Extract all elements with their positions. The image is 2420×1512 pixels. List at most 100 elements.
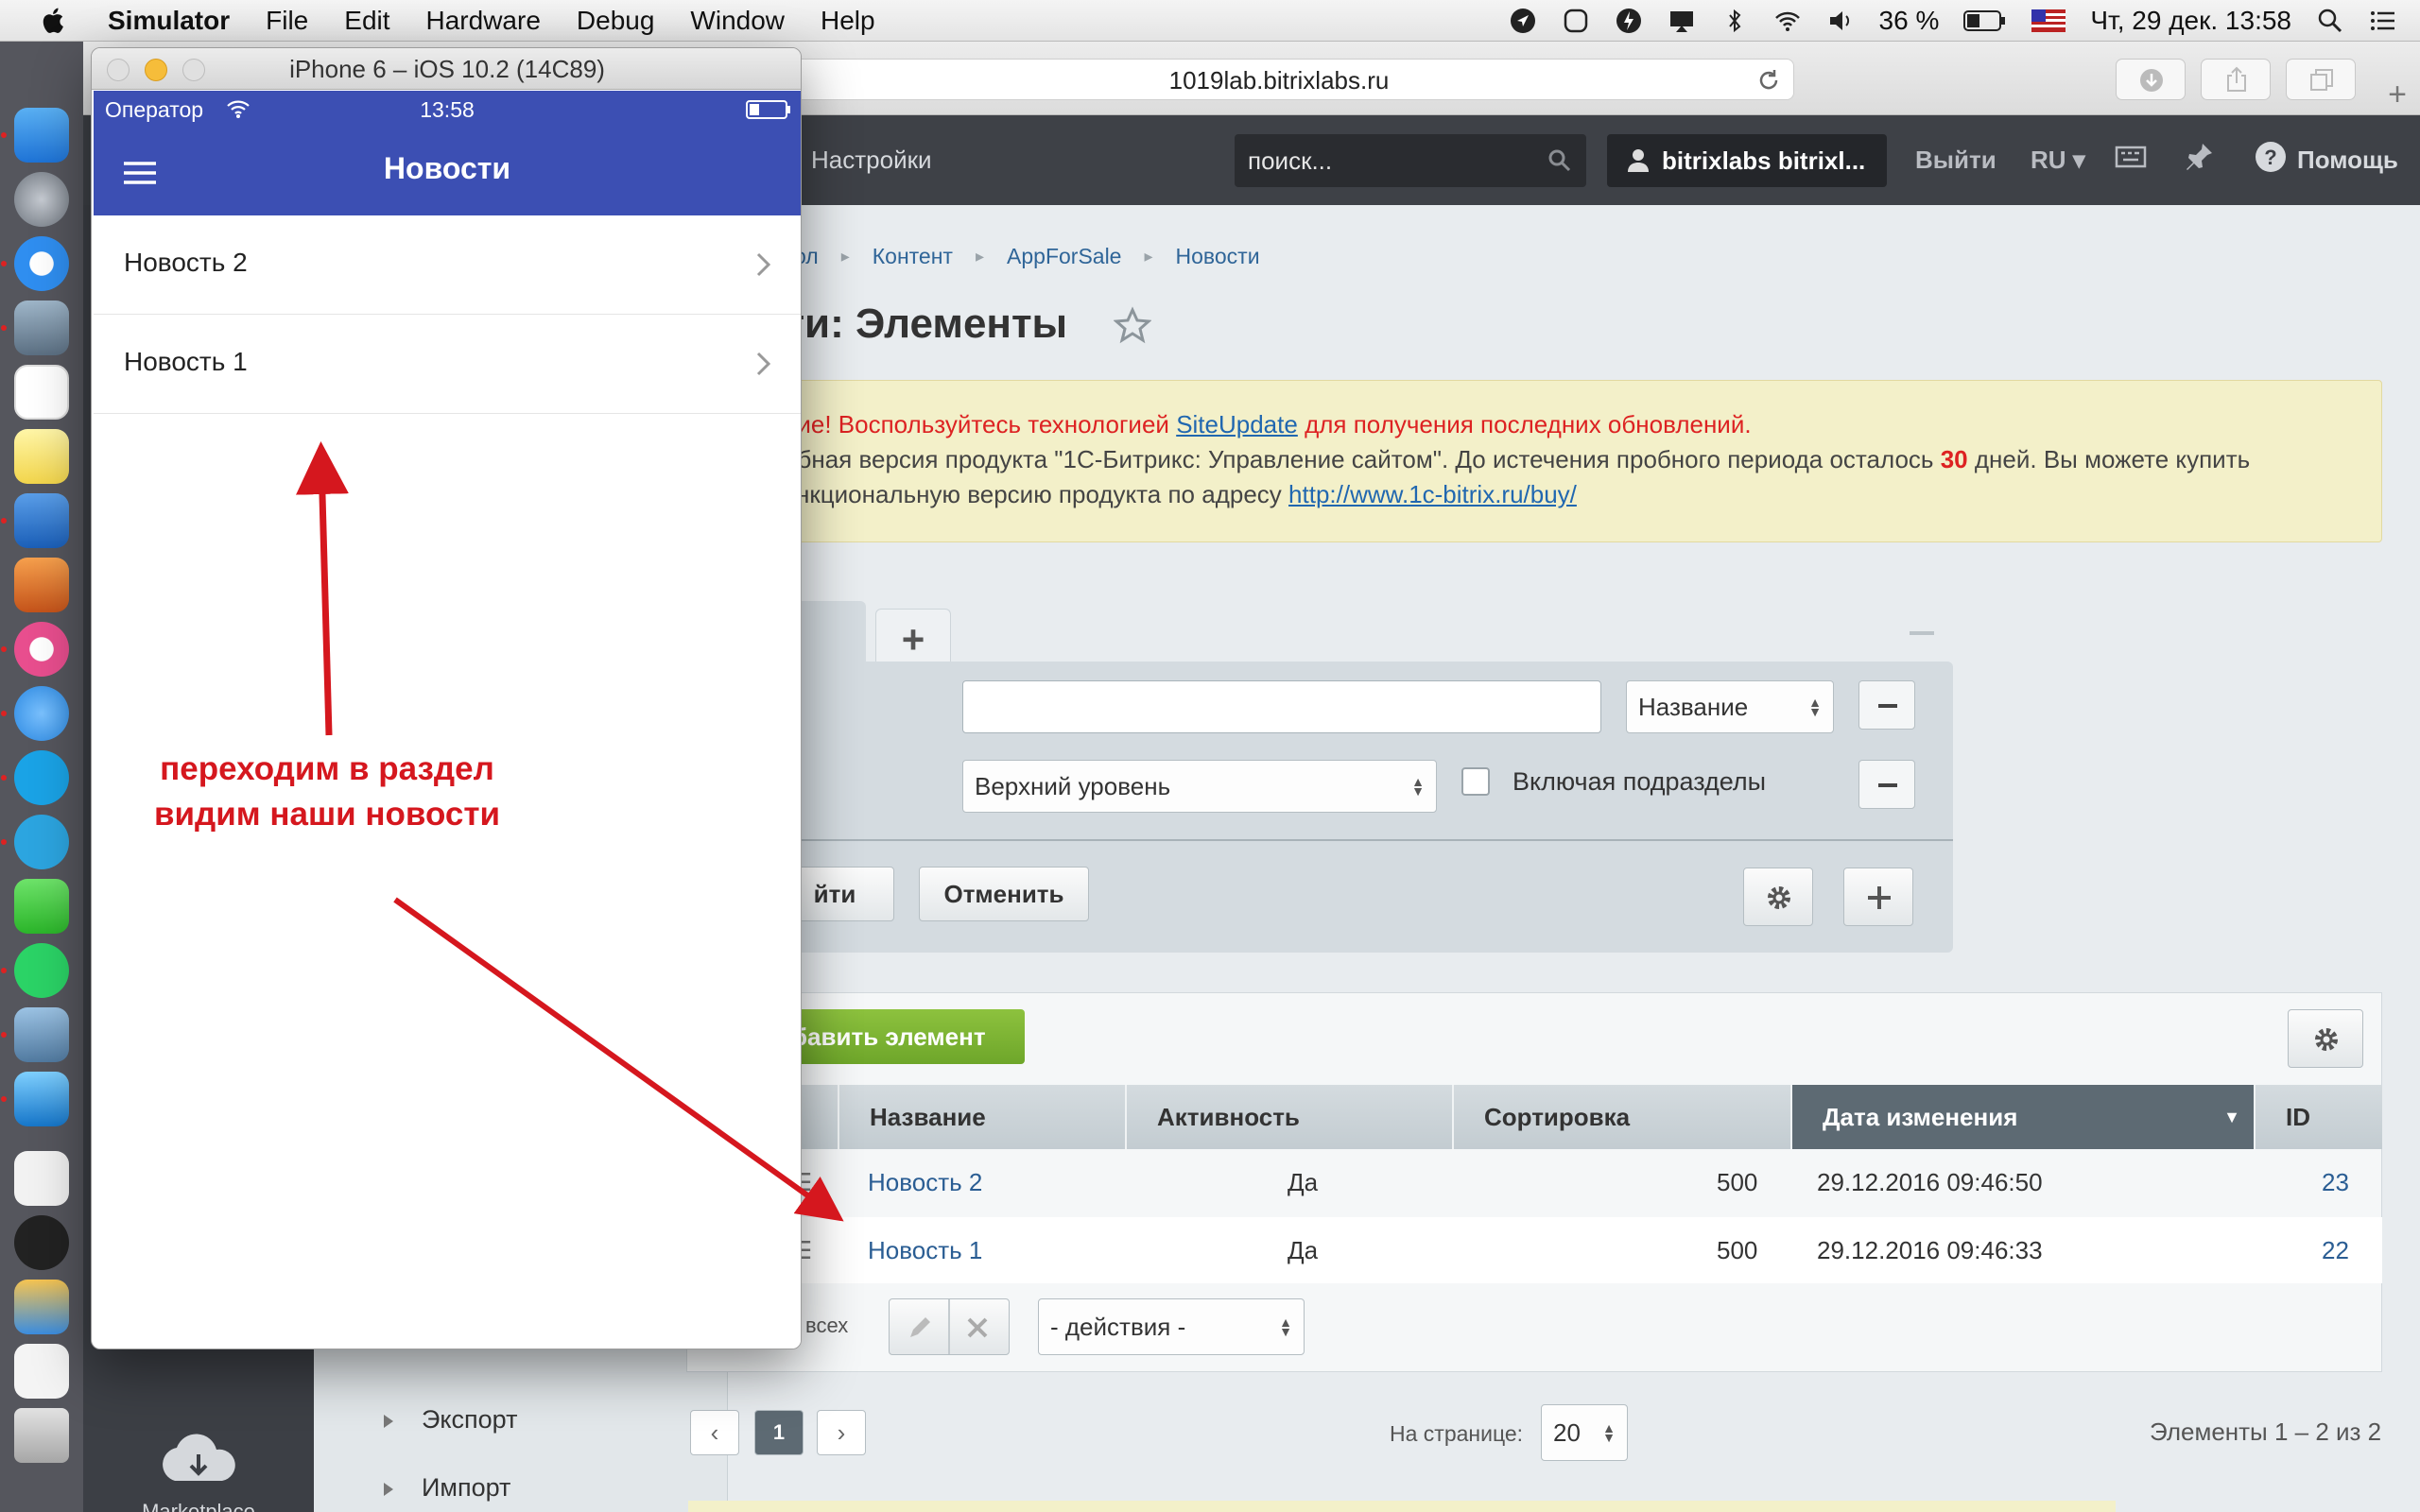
launchpad-icon[interactable] <box>14 172 69 227</box>
list-settings-button[interactable] <box>2288 1009 2363 1068</box>
cell-id[interactable]: 22 <box>2322 1217 2349 1283</box>
per-page-select[interactable]: 20 ▲ ▼ <box>1541 1404 1628 1461</box>
column-label: Дата изменения <box>1823 1103 2018 1131</box>
column-sort[interactable]: Сортировка <box>1452 1085 1790 1149</box>
document-icon[interactable] <box>14 1151 69 1206</box>
running-indicator <box>1 775 7 781</box>
table-row[interactable]: ☰ Новость 2 Да 500 29.12.2016 09:46:50 2… <box>686 1149 2382 1215</box>
cell-sort: 500 <box>1717 1236 1758 1264</box>
favorite-star-icon[interactable] <box>1114 306 1151 344</box>
filter-collapse-button[interactable] <box>1910 631 1934 635</box>
add-element-button[interactable]: бавить элемент <box>764 1009 1025 1064</box>
calendar-icon[interactable] <box>14 365 69 420</box>
trash-icon[interactable] <box>14 1408 69 1463</box>
ios-navigation-bar: Новости <box>94 129 801 215</box>
cell-id[interactable]: 23 <box>2322 1149 2349 1215</box>
close-button[interactable] <box>107 59 130 81</box>
notice-attention: ние! Воспользуйтесь технологией <box>784 410 1169 438</box>
delete-icon[interactable] <box>965 1315 990 1340</box>
remove-filter-row-button[interactable] <box>1858 680 1915 730</box>
column-name[interactable]: Название <box>838 1085 1125 1149</box>
simulator-icon[interactable] <box>1 1072 69 1126</box>
plus-icon <box>1868 886 1891 909</box>
column-active[interactable]: Активность <box>1125 1085 1452 1149</box>
bottom-notice-strip <box>688 1501 2116 1512</box>
pager-prev-button[interactable]: ‹ <box>690 1410 739 1455</box>
edit-icon[interactable] <box>907 1314 933 1341</box>
cell-name[interactable]: Новость 1 <box>868 1217 982 1283</box>
filter-text-input[interactable] <box>962 680 1601 733</box>
finder-icon[interactable] <box>1 108 69 163</box>
divider <box>948 1299 950 1354</box>
telegram-icon[interactable] <box>1 815 69 869</box>
minimize-button[interactable] <box>145 59 167 81</box>
gear-icon <box>2315 1028 2338 1051</box>
pager-page-current[interactable]: 1 <box>754 1410 804 1455</box>
preview-icon[interactable] <box>1 301 69 355</box>
sort-desc-icon: ▼ <box>2223 1108 2240 1126</box>
notice-attention-end: для получения последних обновлений. <box>1305 410 1752 438</box>
running-indicator <box>1 132 7 138</box>
skype-icon[interactable] <box>1 750 69 805</box>
select-all-label[interactable]: всех <box>805 1314 848 1338</box>
cell-date: 29.12.2016 09:46:33 <box>1817 1236 2043 1264</box>
select-value: - действия - <box>1050 1313 1186 1341</box>
messages-icon[interactable] <box>1 686 69 741</box>
select-arrows-icon: ▲ ▼ <box>1411 774 1425 799</box>
table-header: Название Активность Сортировка Дата изме… <box>686 1085 2382 1149</box>
include-subsections-checkbox[interactable] <box>1461 767 1490 796</box>
news-item-title: Новость 2 <box>124 248 248 277</box>
ios-battery-icon <box>746 100 790 119</box>
jitsi-icon[interactable] <box>14 1215 69 1270</box>
cell-active: Да <box>1288 1168 1319 1196</box>
chevron-right-icon <box>756 352 771 376</box>
cell-name[interactable]: Новость 2 <box>868 1149 982 1215</box>
itunes-icon[interactable] <box>1 622 69 677</box>
iphone-screen: Оператор 13:58 Новости Новость 2 Новость… <box>94 91 801 1349</box>
breadcrumb-item[interactable]: AppForSale <box>1007 244 1121 269</box>
dock <box>0 42 83 1512</box>
running-indicator <box>1 968 7 973</box>
zoom-button[interactable] <box>182 59 205 81</box>
elements-count: Элементы 1 – 2 из 2 <box>2150 1418 2382 1446</box>
notice-trial-text-end: дней. Вы можете купить <box>1974 445 2251 473</box>
annotation-line: видим наши новости <box>153 796 500 833</box>
news-list-item[interactable]: Новость 1 <box>94 315 801 414</box>
page-title: сти: Элементы <box>761 301 1068 347</box>
remove-filter-row-button[interactable] <box>1858 760 1915 809</box>
buy-link[interactable]: http://www.1c-bitrix.ru/buy/ <box>1288 480 1577 508</box>
breadcrumb-item[interactable]: Новости <box>1176 244 1260 269</box>
column-id[interactable]: ID <box>2254 1085 2382 1149</box>
filter-settings-button[interactable] <box>1743 868 1813 926</box>
cell-active: Да <box>1288 1236 1319 1264</box>
chevron-right-icon <box>756 252 771 277</box>
image-capture-icon[interactable] <box>1 1007 69 1062</box>
select-arrows-icon: ▲ ▼ <box>1808 695 1822 719</box>
cancel-button[interactable]: Отменить <box>919 867 1089 921</box>
notes-app-icon[interactable] <box>14 429 69 484</box>
siteupdate-link[interactable]: SiteUpdate <box>1176 410 1298 438</box>
whatsapp-icon[interactable] <box>1 943 69 998</box>
table-row[interactable]: ☰ Новость 1 Да 500 29.12.2016 09:46:33 2… <box>686 1217 2382 1283</box>
group-actions-select[interactable]: - действия - ▲ ▼ <box>1038 1298 1305 1355</box>
simulator-window: iPhone 6 – iOS 10.2 (14C89) Оператор 13:… <box>91 47 802 1349</box>
calculator-icon[interactable] <box>14 558 69 612</box>
notice-buy-text: ункциональную версию продукта по адресу <box>784 480 1282 508</box>
notice-days: 30 <box>1940 445 1968 473</box>
screenshot-icon[interactable] <box>14 1344 69 1399</box>
breadcrumb-item[interactable]: Контент <box>873 244 953 269</box>
filter-field-select[interactable]: Название ▲ ▼ <box>1626 680 1834 733</box>
news-list-item[interactable]: Новость 2 <box>94 215 801 315</box>
xcode-icon[interactable] <box>1 493 69 548</box>
add-filter-button[interactable] <box>1843 868 1913 926</box>
section-level-select[interactable]: Верхний уровень ▲ ▼ <box>962 760 1437 813</box>
ios-time: 13:58 <box>420 97 475 122</box>
pager-next-button[interactable]: › <box>817 1410 866 1455</box>
column-date-modified[interactable]: Дата изменения ▼ <box>1790 1085 2254 1149</box>
news-item-title: Новость 1 <box>124 347 248 376</box>
running-indicator <box>1 1096 7 1102</box>
ios-status-bar: Оператор 13:58 <box>94 91 801 129</box>
facetime-icon[interactable] <box>14 879 69 934</box>
safari-icon[interactable] <box>1 236 69 291</box>
keynote-icon[interactable] <box>14 1280 69 1334</box>
